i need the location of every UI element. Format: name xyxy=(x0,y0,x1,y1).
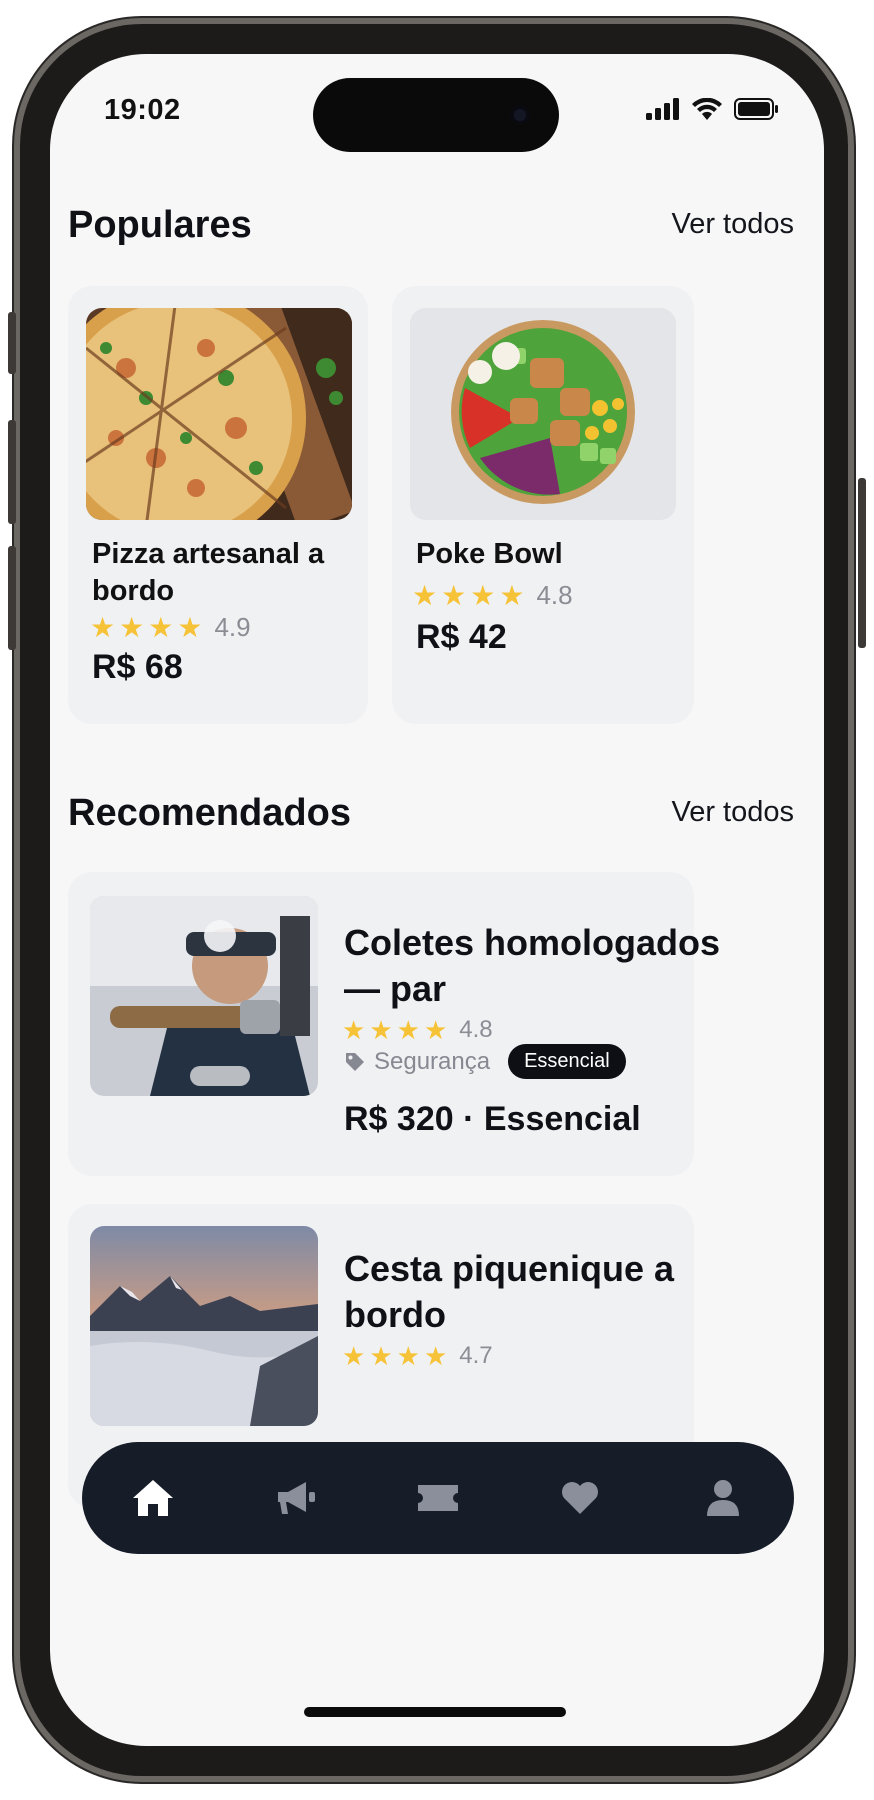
tag-icon xyxy=(346,1052,364,1071)
rating-value: 4.8 xyxy=(536,580,573,610)
item-price: R$ 42 xyxy=(416,618,507,656)
star-icon: ★ xyxy=(423,1015,448,1045)
home-icon xyxy=(133,1480,174,1516)
tab-profile[interactable] xyxy=(683,1458,763,1538)
tab-favorites[interactable] xyxy=(540,1458,620,1538)
battery-icon xyxy=(734,98,778,120)
bottom-tab-bar xyxy=(82,1442,794,1554)
side-button-power xyxy=(858,478,866,648)
popular-item-title: Pizza artesanal a bordo xyxy=(92,538,325,607)
star-icon: ★ xyxy=(90,611,116,643)
heart-icon xyxy=(562,1482,599,1514)
status-time: 19:02 xyxy=(104,94,181,126)
item-price: R$ 320 · Essencial xyxy=(344,1100,641,1138)
star-icon: ★ xyxy=(342,1341,366,1371)
popular-card-poke[interactable]: Poke Bowl ★ ★ ★ ★ 4.8 R$ 42 xyxy=(392,286,694,724)
ticket-icon xyxy=(417,1485,458,1511)
tab-announcements[interactable] xyxy=(256,1458,336,1538)
tab-home[interactable] xyxy=(113,1458,193,1538)
star-icon: ★ xyxy=(119,611,145,643)
see-all-popular-link[interactable]: Ver todos xyxy=(671,208,794,241)
star-icon: ★ xyxy=(369,1015,393,1045)
rating-value: 4.7 xyxy=(459,1342,493,1369)
recommended-card-vests[interactable]: Coletes homologados — par ★ ★ ★ ★ 4.8 Se… xyxy=(68,872,720,1176)
star-icon: ★ xyxy=(499,579,525,611)
rating-stars: ★ ★ ★ ★ 4.8 xyxy=(412,580,573,611)
dynamic-island xyxy=(313,78,559,152)
rating-value: 4.8 xyxy=(459,1016,493,1043)
recommended-item-title: Cesta piquenique a bordo xyxy=(344,1248,675,1335)
star-icon: ★ xyxy=(423,1341,448,1371)
vests-image xyxy=(90,896,318,1096)
star-icon: ★ xyxy=(342,1015,366,1045)
picnic-image xyxy=(90,1226,318,1426)
star-icon: ★ xyxy=(369,1341,393,1371)
rating-value: 4.9 xyxy=(214,612,251,642)
screen: 19:02 Populares Ver todos Pizza artesana… xyxy=(50,54,824,1746)
status-icons xyxy=(646,98,780,120)
item-meta: Segurança Essencial xyxy=(344,1044,626,1079)
wifi-icon xyxy=(692,98,722,120)
category-label: Segurança xyxy=(374,1047,491,1075)
home-indicator xyxy=(304,1707,566,1717)
side-button-volume-up xyxy=(8,420,16,524)
star-icon: ★ xyxy=(177,611,203,643)
rating-stars: ★ ★ ★ ★ 4.9 xyxy=(90,612,251,643)
star-icon: ★ xyxy=(470,579,496,611)
side-button-mute xyxy=(8,312,16,374)
megaphone-icon xyxy=(277,1482,315,1514)
pizza-image xyxy=(86,308,352,520)
tab-tickets[interactable] xyxy=(398,1458,478,1538)
star-icon: ★ xyxy=(441,579,467,611)
star-icon: ★ xyxy=(396,1341,420,1371)
rating-stars: ★ ★ ★ ★ 4.8 xyxy=(342,1016,493,1044)
essential-badge: Essencial xyxy=(508,1044,626,1079)
popular-card-pizza[interactable]: Pizza artesanal a bordo ★ ★ ★ ★ 4.9 R$ 6… xyxy=(68,286,368,724)
recommended-item-title: Coletes homologados — par xyxy=(344,922,721,1009)
star-icon: ★ xyxy=(412,579,438,611)
popular-item-title: Poke Bowl xyxy=(416,538,563,570)
signal-icon xyxy=(646,98,679,120)
poke-bowl-image xyxy=(410,308,676,520)
camera-icon xyxy=(511,106,529,124)
rating-stars: ★ ★ ★ ★ 4.7 xyxy=(342,1342,493,1370)
item-price: R$ 68 xyxy=(92,648,183,686)
see-all-recommended-link[interactable]: Ver todos xyxy=(671,796,794,829)
star-icon: ★ xyxy=(148,611,174,643)
section-title-popular: Populares xyxy=(68,204,252,246)
user-icon xyxy=(706,1480,739,1516)
side-button-volume-down xyxy=(8,546,16,650)
section-title-recommended: Recomendados xyxy=(68,792,351,834)
star-icon: ★ xyxy=(396,1015,420,1045)
